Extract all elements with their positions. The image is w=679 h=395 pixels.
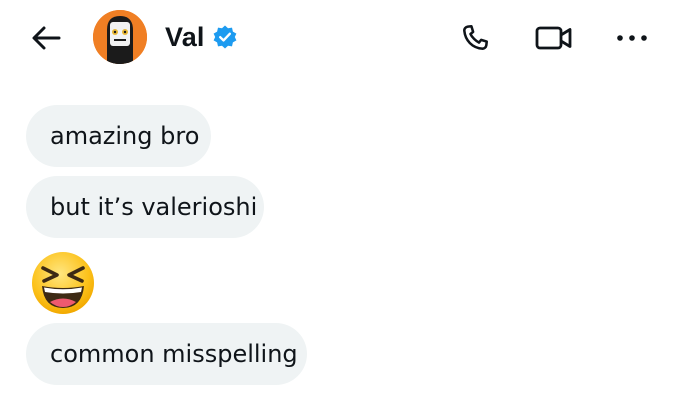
phone-icon	[463, 25, 488, 50]
video-camera-icon	[535, 26, 572, 50]
more-options-button[interactable]	[612, 22, 652, 54]
more-horizontal-icon	[617, 35, 647, 41]
back-button[interactable]	[28, 22, 64, 54]
conversation-header: Val	[0, 0, 679, 76]
emoji-message[interactable]: 😆	[30, 250, 96, 316]
avatar[interactable]	[93, 10, 147, 64]
contact-name-row[interactable]: Val	[165, 20, 238, 54]
video-call-button[interactable]	[532, 20, 576, 56]
message-text: but it’s valerioshi	[50, 193, 258, 221]
contact-name: Val	[165, 21, 205, 52]
message-text: common misspelling	[50, 340, 298, 368]
message-bubble[interactable]: common misspelling	[26, 323, 307, 385]
avatar-image	[93, 10, 147, 64]
message-text: amazing bro	[50, 122, 200, 150]
verified-badge-icon	[212, 24, 238, 50]
message-bubble[interactable]: amazing bro	[26, 105, 211, 167]
laughing-face-emoji-icon	[32, 252, 94, 314]
call-button[interactable]	[455, 20, 495, 56]
arrow-left-icon	[32, 26, 61, 50]
message-bubble[interactable]: but it’s valerioshi	[26, 176, 264, 238]
